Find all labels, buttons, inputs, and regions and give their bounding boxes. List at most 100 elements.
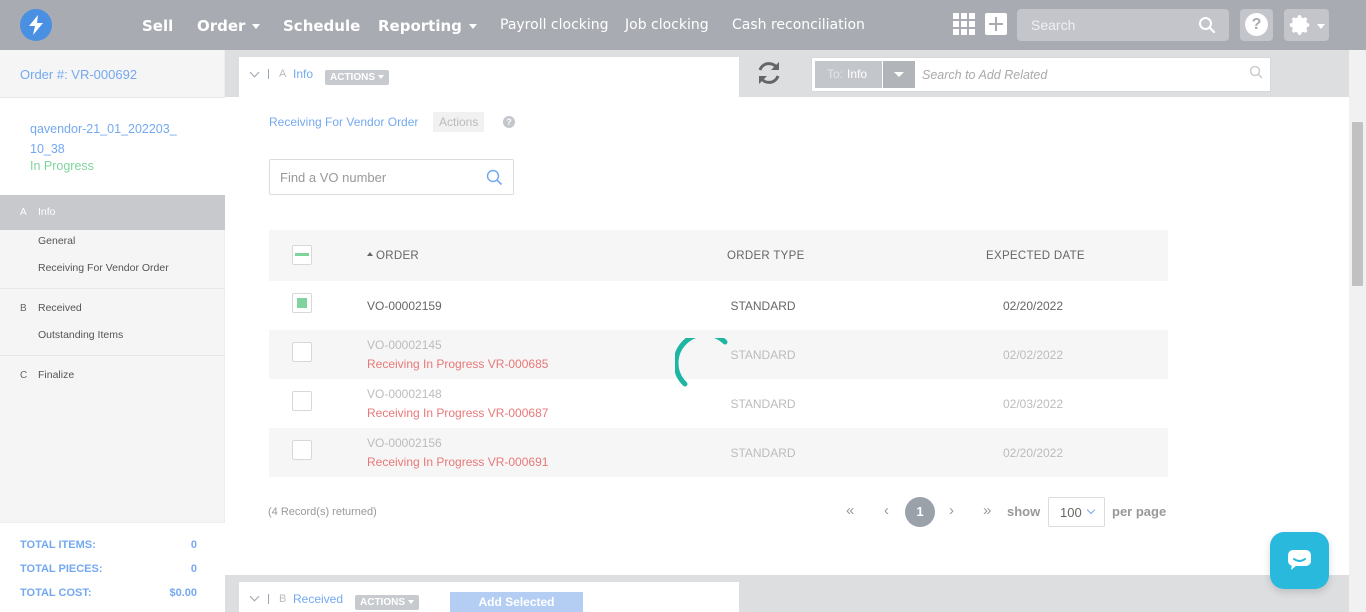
section-letter: B	[20, 303, 27, 314]
receiving-status-link[interactable]: Receiving In Progress VR-000691	[367, 455, 548, 469]
nav-reporting-label: Reporting	[378, 17, 462, 35]
column-header-order-type[interactable]: ORDER TYPE	[727, 250, 805, 262]
table-row[interactable]: VO-00002156 Receiving In Progress VR-000…	[269, 428, 1168, 477]
divider	[268, 69, 269, 79]
to-value: Info	[847, 67, 868, 81]
global-search-input[interactable]	[1017, 9, 1197, 41]
sidebar-item-label: Info	[38, 206, 56, 218]
to-target-button[interactable]: To: Info	[815, 61, 882, 88]
select-all-checkbox[interactable]	[292, 245, 312, 265]
order-type-cell: STANDARD	[730, 299, 796, 313]
row-checkbox[interactable]	[292, 293, 312, 313]
order-type-cell: STANDARD	[730, 446, 796, 460]
related-search-box: To: Info	[811, 57, 1271, 92]
current-page[interactable]: 1	[905, 497, 935, 527]
nav-reporting[interactable]: Reporting	[378, 0, 477, 50]
section-letter: B	[279, 593, 287, 605]
sidebar-item-label: Finalize	[38, 369, 75, 381]
show-label: show	[1007, 504, 1041, 519]
divider	[0, 355, 225, 356]
row-checkbox[interactable]	[292, 440, 312, 460]
to-label: To:	[827, 67, 844, 81]
chevron-down-icon	[252, 24, 261, 29]
nav-order[interactable]: Order	[197, 0, 261, 50]
divider	[268, 594, 269, 604]
receiving-status-link[interactable]: Receiving In Progress VR-000685	[367, 357, 548, 371]
column-header-order[interactable]: ORDER	[367, 250, 419, 262]
column-header-label: ORDER	[376, 250, 420, 262]
nav-job-clocking[interactable]: Job clocking	[625, 0, 709, 50]
sidebar-item-info[interactable]: A Info	[0, 195, 225, 230]
receiving-status-link[interactable]: Receiving In Progress VR-000687	[367, 406, 548, 420]
vertical-scrollbar[interactable]	[1349, 50, 1366, 612]
section-letter: C	[20, 370, 28, 381]
gear-icon	[1289, 15, 1310, 35]
sort-ascending-icon	[367, 252, 373, 256]
order-number-cell: VO-00002159	[367, 299, 442, 313]
help-button[interactable]: ?	[1240, 9, 1273, 41]
vo-search	[269, 159, 514, 195]
nav-payroll-clocking[interactable]: Payroll clocking	[500, 0, 609, 50]
to-target-dropdown[interactable]	[883, 61, 915, 88]
related-search-input[interactable]	[922, 62, 1242, 88]
last-page-button[interactable]: »	[983, 502, 991, 519]
nav-cash-reconciliation[interactable]: Cash reconciliation	[732, 0, 865, 50]
per-page-select[interactable]: 100	[1048, 497, 1105, 527]
vo-search-input[interactable]	[270, 160, 480, 194]
nav-schedule-label: Schedule	[283, 17, 361, 35]
total-items-value: 0	[190, 539, 197, 551]
table-header: ORDER ORDER TYPE EXPECTED DATE	[269, 230, 1168, 281]
chat-button[interactable]	[1270, 532, 1329, 589]
sidebar-item-receiving-for-vendor-order[interactable]: Receiving For Vendor Order	[38, 262, 169, 274]
order-type-cell: STANDARD	[730, 397, 796, 411]
help-icon: ?	[1245, 13, 1268, 36]
help-icon[interactable]: ?	[503, 116, 515, 128]
chevron-down-icon	[1317, 24, 1325, 29]
top-nav-bar: Sell Order Schedule Reporting Payroll cl…	[0, 0, 1366, 50]
receiving-section-label: Receiving For Vendor Order	[269, 115, 419, 129]
row-checkbox[interactable]	[292, 342, 312, 362]
prev-page-button[interactable]: ‹	[884, 502, 889, 519]
expected-date-cell: 02/02/2022	[1002, 348, 1064, 362]
sidebar-item-general[interactable]: General	[38, 235, 75, 247]
vendor-name-link[interactable]: qavendor-21_01_202203_10_38	[30, 119, 180, 159]
search-icon[interactable]	[1198, 16, 1216, 34]
nav-sell-label: Sell	[142, 17, 174, 35]
info-section-tab: A Info ACTIONS	[239, 57, 739, 97]
expected-date-cell: 02/20/2022	[1002, 299, 1064, 313]
sidebar-item-outstanding-items[interactable]: Outstanding Items	[38, 329, 123, 341]
plus-icon[interactable]	[985, 13, 1007, 35]
sidebar-item-label: Received	[38, 302, 82, 314]
search-icon[interactable]	[486, 169, 503, 186]
actions-dropdown[interactable]: ACTIONS	[325, 70, 389, 85]
refresh-icon[interactable]	[755, 59, 783, 87]
section-letter: A	[279, 68, 287, 80]
apps-grid-icon[interactable]	[953, 13, 975, 35]
records-count: (4 Record(s) returned)	[268, 506, 377, 518]
per-page-label: per page	[1112, 504, 1167, 519]
receiving-actions-button[interactable]: Actions	[433, 112, 485, 132]
chevron-down-icon[interactable]	[249, 67, 260, 78]
next-page-button[interactable]: ›	[949, 502, 954, 519]
section-title: Received	[293, 592, 344, 606]
section-title: Info	[293, 67, 314, 81]
add-selected-button[interactable]: Add Selected	[450, 592, 583, 612]
lightning-bolt-icon[interactable]	[20, 9, 52, 41]
column-header-expected-date[interactable]: EXPECTED DATE	[986, 250, 1085, 262]
total-items-label: TOTAL ITEMS:	[20, 539, 96, 551]
nav-order-label: Order	[197, 17, 246, 35]
actions-dropdown[interactable]: ACTIONS	[355, 595, 419, 610]
chevron-down-icon[interactable]	[249, 591, 260, 602]
status-badge: In Progress	[30, 159, 94, 173]
table-row[interactable]: VO-00002159 STANDARD 02/20/2022	[269, 281, 1168, 330]
chevron-down-icon	[378, 75, 384, 80]
scrollbar-thumb[interactable]	[1352, 122, 1363, 286]
loading-spinner-icon	[675, 338, 728, 387]
settings-button[interactable]	[1284, 9, 1329, 41]
first-page-button[interactable]: «	[846, 502, 854, 519]
nav-sell[interactable]: Sell	[142, 0, 173, 50]
row-checkbox[interactable]	[292, 391, 312, 411]
nav-schedule[interactable]: Schedule	[283, 0, 360, 50]
search-icon[interactable]	[1249, 65, 1263, 79]
chevron-down-icon	[408, 600, 414, 605]
